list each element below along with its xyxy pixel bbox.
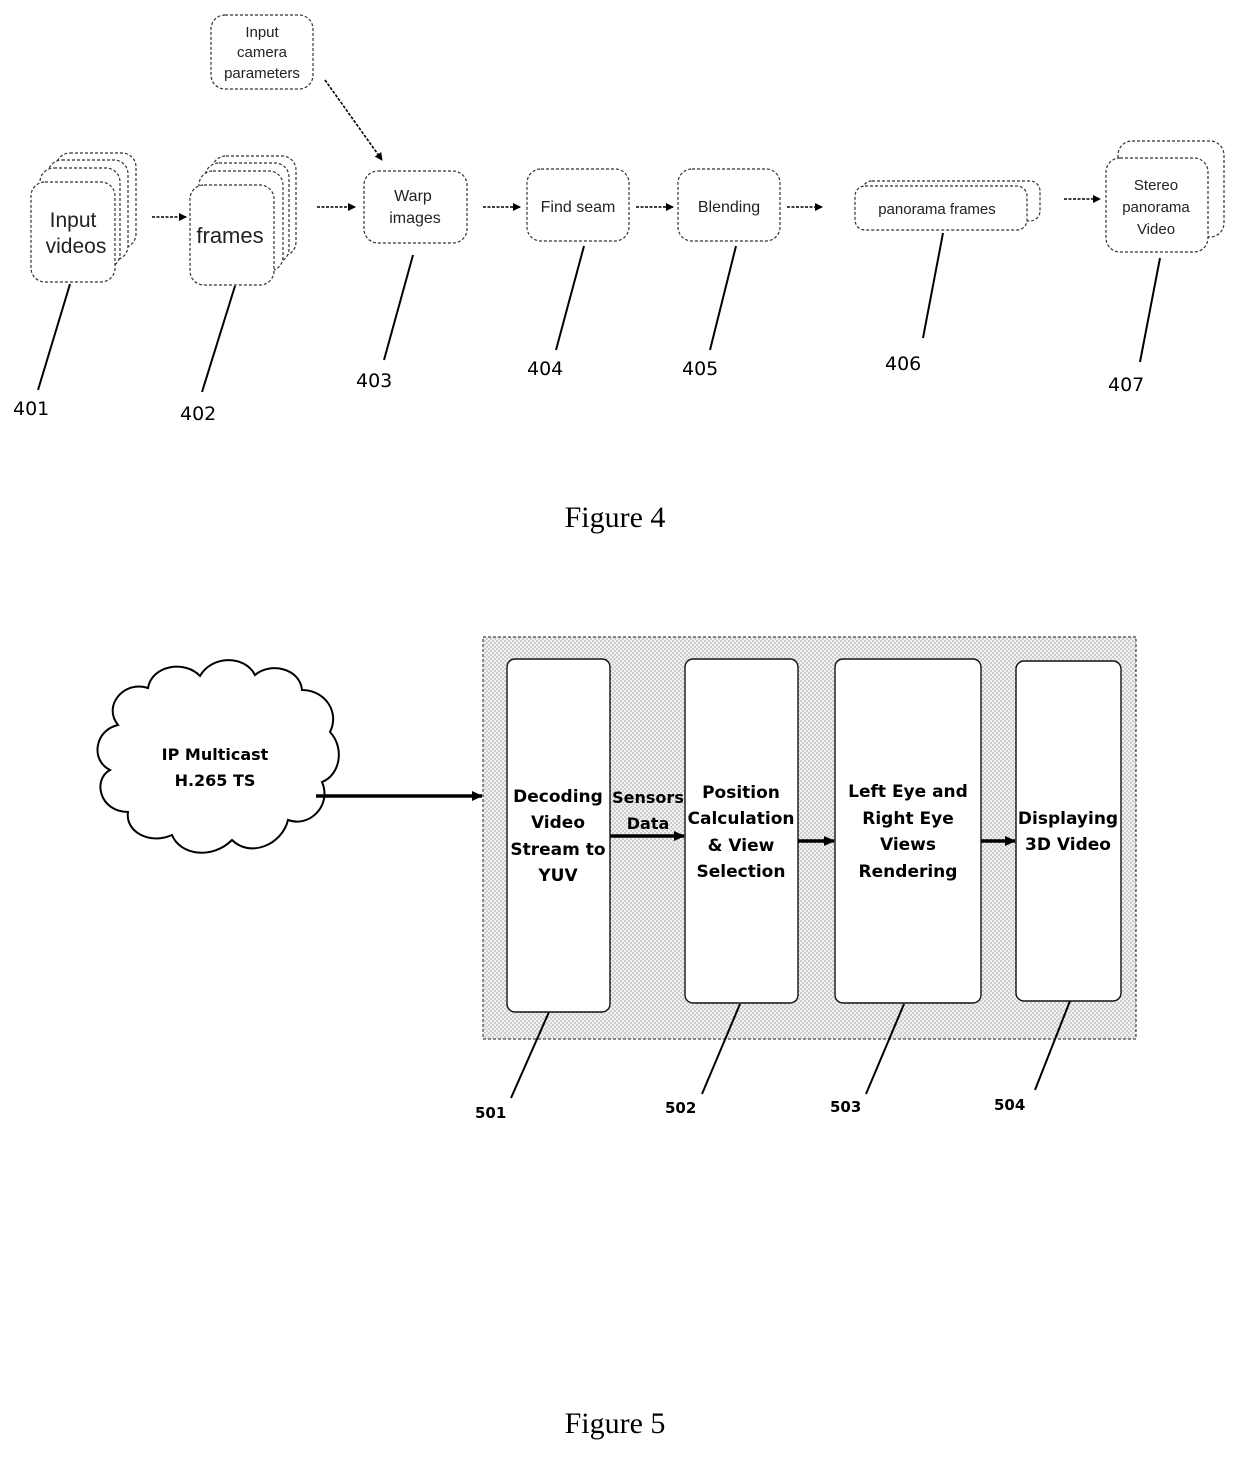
node-find-seam: Find seam: [526, 168, 630, 242]
leader-402: [201, 285, 236, 393]
node-input-videos: Input videos: [30, 152, 137, 283]
camera-params-line: parameters: [224, 65, 300, 82]
frames-label: frames: [196, 223, 263, 248]
node-warp-images: Warp images: [363, 170, 468, 244]
block-display-3d: Displaying 3D Video: [1015, 660, 1122, 1002]
ref-402: 402: [180, 403, 216, 425]
decoding-line: Video: [531, 813, 585, 833]
panorama-frames-label: panorama frames: [878, 201, 996, 218]
decoding-line: Decoding: [513, 787, 603, 807]
stereo-line: Stereo: [1134, 177, 1178, 194]
node-stereo-video: Stereo panorama Video: [1105, 140, 1225, 253]
display-line: 3D Video: [1025, 835, 1111, 855]
warp-line: images: [389, 210, 441, 227]
input-videos-line: Input: [50, 209, 97, 232]
leader-405: [709, 245, 737, 351]
sensors-data-line: Sensors: [612, 788, 684, 807]
leader-404: [555, 245, 585, 351]
block-decoding: Decoding Video Stream to YUV: [506, 658, 611, 1013]
position-line: Calculation: [688, 809, 795, 829]
display-line: Displaying: [1018, 809, 1118, 829]
ref-401: 401: [13, 398, 49, 420]
node-panorama-frames: panorama frames: [854, 180, 1041, 231]
find-seam-label: Find seam: [541, 199, 616, 216]
ref-504: 504: [994, 1096, 1025, 1114]
leader-406: [922, 232, 944, 339]
warp-line: Warp: [394, 188, 432, 205]
ref-502: 502: [665, 1099, 696, 1117]
leader-401: [37, 283, 71, 391]
position-line: Position: [702, 783, 780, 803]
rendering-line: Left Eye and: [848, 782, 968, 802]
node-camera-parameters: Input camera parameters: [210, 14, 314, 90]
ref-405: 405: [682, 358, 718, 380]
figure-5-caption: Figure 5: [565, 1407, 666, 1440]
leader-407: [1139, 257, 1161, 363]
node-ip-multicast-cloud: IP Multicast H.265 TS: [96, 659, 340, 854]
patent-figures: Input camera parameters Input videos fra…: [13, 14, 1225, 1440]
camera-params-line: camera: [237, 44, 288, 61]
cloud-line: IP Multicast: [162, 745, 269, 764]
ref-404: 404: [527, 358, 563, 380]
block-position-calculation: Position Calculation & View Selection: [684, 658, 799, 1004]
ref-403: 403: [356, 370, 392, 392]
camera-params-line: Input: [245, 24, 279, 41]
node-blending: Blending: [677, 168, 781, 242]
block-views-rendering: Left Eye and Right Eye Views Rendering: [834, 658, 982, 1004]
rendering-line: Right Eye: [862, 809, 953, 829]
decoding-line: Stream to: [510, 840, 605, 860]
ref-501: 501: [475, 1104, 506, 1122]
node-frames: frames: [189, 155, 297, 286]
ref-407: 407: [1108, 374, 1144, 396]
ref-406: 406: [885, 353, 921, 375]
arrow-camera-to-warp: [324, 79, 383, 161]
leader-403: [383, 254, 414, 361]
figure-5: IP Multicast H.265 TS Decoding Video Str…: [96, 636, 1137, 1440]
rendering-line: Rendering: [859, 862, 958, 882]
stereo-line: panorama: [1122, 199, 1190, 216]
decoding-line: YUV: [537, 866, 578, 886]
sensors-data-line: Data: [627, 814, 670, 833]
cloud-line: H.265 TS: [175, 771, 256, 790]
figure-4: Input camera parameters Input videos fra…: [13, 14, 1225, 534]
blending-label: Blending: [698, 199, 760, 216]
input-videos-line: videos: [46, 235, 107, 258]
rendering-line: Views: [880, 835, 936, 855]
stereo-line: Video: [1137, 221, 1175, 238]
position-line: Selection: [697, 862, 786, 882]
figure-4-caption: Figure 4: [565, 501, 666, 534]
ref-503: 503: [830, 1098, 861, 1116]
position-line: & View: [708, 836, 775, 856]
